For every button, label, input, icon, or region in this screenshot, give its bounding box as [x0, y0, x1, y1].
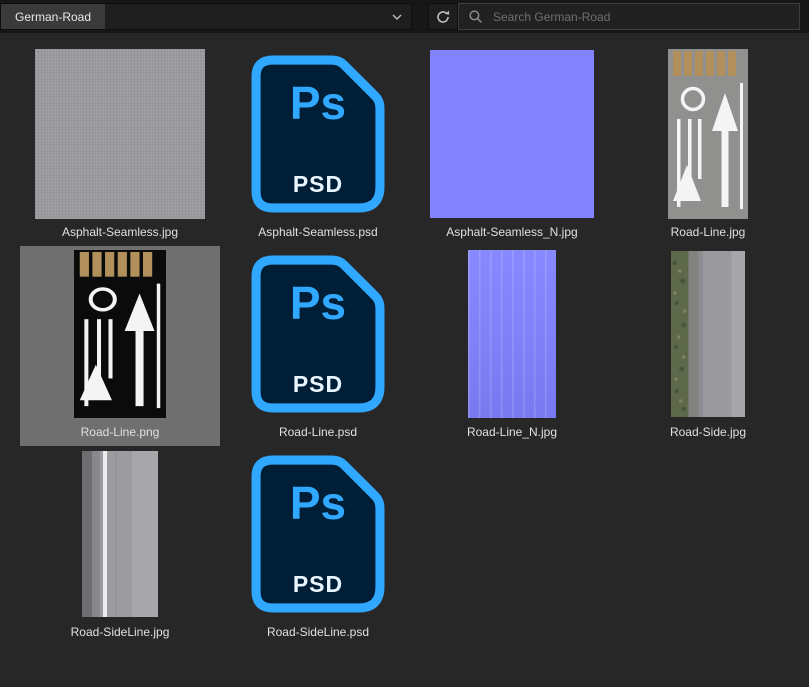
ps-logo-text: Ps	[289, 277, 347, 329]
thumbnail[interactable]	[412, 246, 612, 422]
file-name: Road-Line_N.jpg	[466, 425, 558, 439]
file-name: Road-SideLine.jpg	[70, 625, 170, 639]
road-sideline-graphic	[82, 451, 158, 617]
file-item[interactable]: Ps PSD Road-Line.psd	[218, 246, 418, 446]
file-item[interactable]: Road-Line.jpg	[608, 46, 808, 246]
thumbnail[interactable]	[20, 46, 220, 222]
file-name: Asphalt-Seamless_N.jpg	[446, 225, 578, 239]
normal-map-thumbnail	[430, 50, 594, 218]
file-item[interactable]: Asphalt-Seamless.jpg	[20, 46, 220, 246]
file-grid: Asphalt-Seamless.jpg Ps PSD Asphalt-Seamles…	[0, 0, 809, 687]
file-name: Road-Side.jpg	[669, 425, 747, 439]
psd-file-icon: Ps PSD	[250, 454, 386, 614]
normal-map-thumbnail	[468, 250, 556, 418]
ps-logo-text: Ps	[289, 77, 347, 129]
thumbnail[interactable]: Ps PSD	[218, 46, 418, 222]
file-name: Road-Line.png	[80, 425, 160, 439]
road-side-graphic	[671, 251, 745, 417]
thumbnail[interactable]	[412, 46, 612, 222]
psd-label-text: PSD	[292, 571, 344, 597]
ps-logo-text: Ps	[289, 477, 347, 529]
file-name: Asphalt-Seamless.jpg	[61, 225, 179, 239]
file-item[interactable]: Ps PSD Asphalt-Seamless.psd	[218, 46, 418, 246]
file-item[interactable]: Road-Line_N.jpg	[412, 246, 612, 446]
road-side-thumbnail	[671, 251, 745, 417]
file-item[interactable]: Road-Side.jpg	[608, 246, 808, 446]
file-name: Road-SideLine.psd	[266, 625, 370, 639]
thumbnail[interactable]: Ps PSD	[218, 246, 418, 422]
thumbnail[interactable]: Ps PSD	[218, 446, 418, 622]
psd-label-text: PSD	[292, 171, 344, 197]
thumbnail[interactable]	[20, 446, 220, 622]
psd-file-icon: Ps PSD	[250, 254, 386, 414]
road-line-thumbnail	[668, 49, 748, 219]
thumbnail[interactable]	[608, 46, 808, 222]
psd-label-text: PSD	[292, 371, 344, 397]
asphalt-texture-thumbnail	[35, 49, 205, 219]
file-name: Road-Line.jpg	[670, 225, 746, 239]
road-markings-graphic	[668, 49, 748, 219]
file-name: Road-Line.psd	[278, 425, 358, 439]
file-name: Asphalt-Seamless.psd	[258, 225, 378, 239]
road-sideline-thumbnail	[82, 451, 158, 617]
file-item[interactable]: Road-Line.png	[20, 246, 220, 446]
file-item[interactable]: Ps PSD Road-SideLine.psd	[218, 446, 418, 646]
file-item[interactable]: Asphalt-Seamless_N.jpg	[412, 46, 612, 246]
road-line-thumbnail	[74, 250, 166, 418]
psd-file-icon: Ps PSD	[250, 54, 386, 214]
thumbnail[interactable]	[20, 246, 220, 422]
thumbnail[interactable]	[608, 246, 808, 422]
road-markings-graphic	[74, 250, 166, 418]
file-item[interactable]: Road-SideLine.jpg	[20, 446, 220, 646]
